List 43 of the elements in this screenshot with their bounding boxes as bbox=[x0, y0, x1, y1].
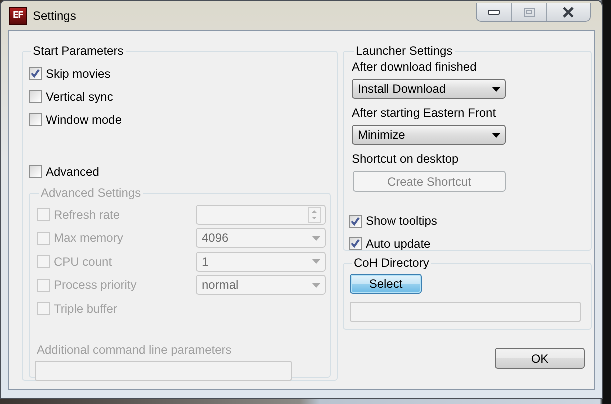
checkbox-label: CPU count bbox=[54, 254, 112, 269]
app-logo: EF bbox=[9, 6, 27, 24]
checkbox[interactable] bbox=[29, 90, 42, 103]
checkbox-label: Show tooltips bbox=[366, 214, 438, 228]
caret-icon bbox=[492, 132, 501, 138]
checkbox-label: Triple buffer bbox=[54, 302, 118, 316]
field-label: Additional command line parameters bbox=[37, 342, 233, 358]
field-label: After starting Eastern Front bbox=[352, 106, 498, 121]
group-title: Launcher Settings bbox=[355, 44, 454, 58]
checkbox-label: Skip movies bbox=[46, 66, 111, 80]
checkbox-label: Auto update bbox=[366, 236, 431, 251]
checkbox[interactable] bbox=[29, 113, 42, 126]
minimize-button[interactable] bbox=[477, 3, 511, 21]
group-title: Start Parameters bbox=[32, 44, 125, 58]
group-title: Advanced Settings bbox=[40, 186, 142, 200]
input-field[interactable] bbox=[350, 302, 581, 322]
field-label: After download finished bbox=[352, 60, 478, 75]
checkbox-label: Window mode bbox=[46, 112, 122, 126]
spin-arrows-icon[interactable] bbox=[308, 206, 321, 223]
checkbox-label: Process priority bbox=[54, 278, 137, 292]
close-icon bbox=[562, 6, 575, 18]
field-label: Shortcut on desktop bbox=[352, 152, 460, 167]
checkbox[interactable] bbox=[349, 237, 362, 250]
dropdown[interactable]: Minimize bbox=[352, 125, 506, 145]
caret-icon bbox=[312, 259, 321, 264]
ok-button[interactable]: OK bbox=[495, 348, 585, 369]
caret-icon bbox=[492, 86, 501, 92]
checkbox[interactable] bbox=[29, 67, 42, 80]
checkbox[interactable] bbox=[349, 214, 362, 228]
checkbox-label: Vertical sync bbox=[46, 90, 114, 104]
caret-icon bbox=[312, 282, 321, 288]
checkbox-label: Advanced bbox=[46, 164, 100, 178]
maximize-icon bbox=[524, 8, 534, 16]
dropdown[interactable]: Install Download bbox=[352, 79, 506, 99]
window-title: Settings bbox=[33, 8, 76, 22]
checkbox-label: Refresh rate bbox=[54, 208, 120, 222]
minimize-icon bbox=[488, 10, 500, 14]
select-button[interactable]: Select bbox=[350, 274, 422, 294]
group-title: CoH Directory bbox=[353, 256, 430, 270]
checkbox-label: Max memory bbox=[54, 231, 124, 246]
caret-icon bbox=[312, 236, 321, 241]
close-button[interactable] bbox=[546, 3, 590, 21]
checkbox[interactable] bbox=[29, 165, 42, 178]
